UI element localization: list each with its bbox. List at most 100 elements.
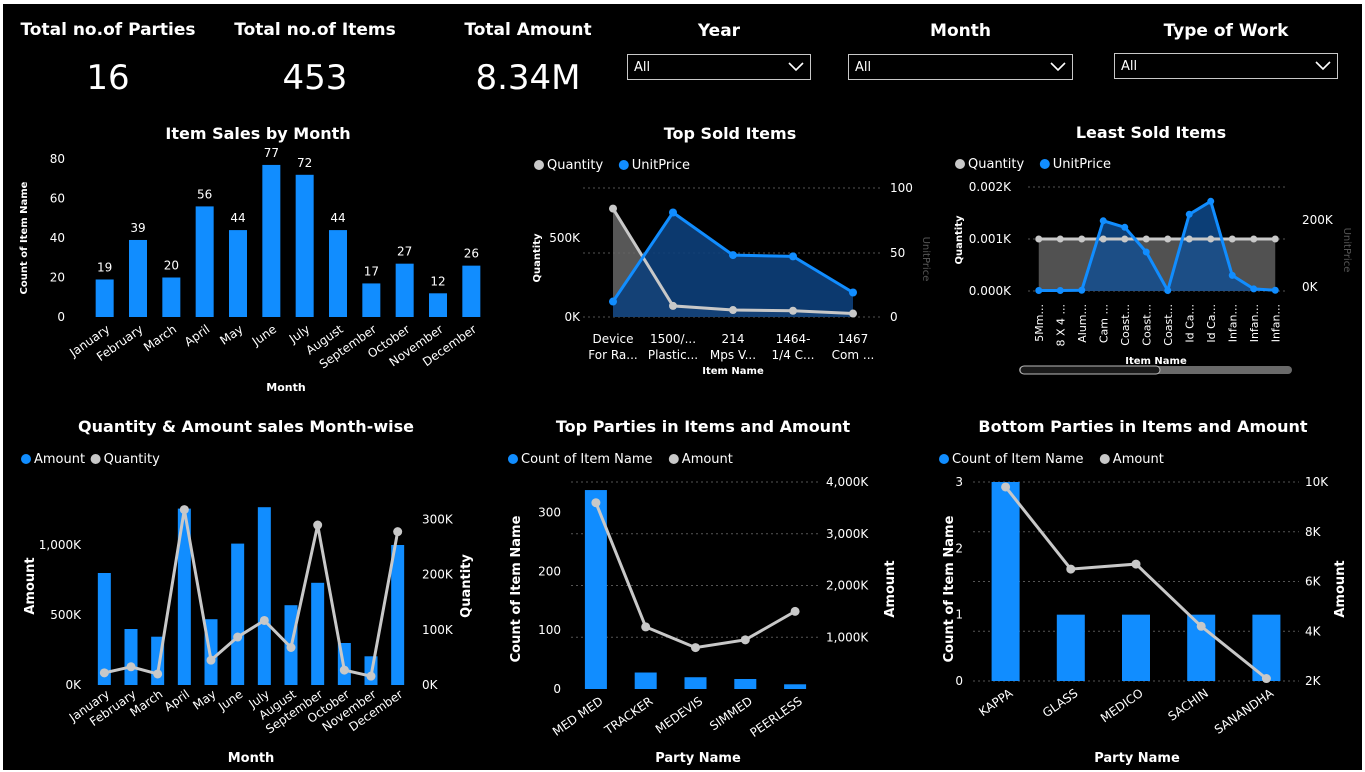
y-tick-label: 300 <box>538 505 561 519</box>
quantity-point <box>233 632 243 642</box>
quantity-point <box>1078 235 1086 243</box>
x-tick-label: March <box>141 322 179 354</box>
amount-bar <box>257 507 271 685</box>
dashboard: Total no.of Parties 16 Total no.of Items… <box>3 4 1362 770</box>
y2-tick-label: 6K <box>1305 575 1322 589</box>
y-tick-label: 0 <box>57 310 65 324</box>
x-tick-label: 5Mm... <box>1033 304 1046 342</box>
data-label: 17 <box>364 264 379 278</box>
quantity-point <box>99 668 109 678</box>
x-tick-label: 8 X 4 ... <box>1054 304 1067 347</box>
count-bar <box>684 677 707 689</box>
amount-point <box>591 498 601 508</box>
y2-tick-label: 200K <box>422 568 454 582</box>
quantity-point <box>153 669 163 679</box>
chart-title: Bottom Parties in Items and Amount <box>978 417 1307 436</box>
count-bar <box>784 684 807 689</box>
amount-point <box>740 635 750 645</box>
quantity-point <box>286 642 296 652</box>
x-tick-label: Coast... <box>1119 304 1132 346</box>
amount-point <box>790 606 800 616</box>
x-axis-title: Item Name <box>1125 356 1187 367</box>
bottom-parties-legend-label: Amount <box>1113 452 1164 467</box>
count-bar <box>1056 614 1085 681</box>
y-tick-label: 100 <box>538 623 561 637</box>
bar <box>429 293 447 317</box>
bar <box>395 263 414 317</box>
bar <box>229 230 247 317</box>
unitprice-point <box>1121 223 1129 231</box>
data-label: 56 <box>197 187 212 201</box>
horizontal-scrollbar-thumb[interactable] <box>1019 365 1161 375</box>
amount-bar <box>97 573 111 685</box>
amount-point <box>1261 674 1271 684</box>
data-label: 27 <box>397 245 412 259</box>
y-tick-label: 0 <box>553 682 561 696</box>
data-label: 77 <box>264 146 279 160</box>
y-tick-label: 40 <box>50 231 65 245</box>
y-tick-label: 0K <box>564 310 581 324</box>
count-bar <box>1122 614 1150 681</box>
x-tick-label: 214 Mps V... <box>710 332 756 362</box>
quantity-point <box>1164 235 1172 243</box>
data-label: 44 <box>330 211 345 225</box>
x-tick-label: April <box>182 322 213 349</box>
top-sold-legend-label: UnitPrice <box>632 158 690 173</box>
unitprice-point <box>1207 197 1215 205</box>
amount-point <box>1066 564 1076 574</box>
x-axis-title: Month <box>266 381 305 394</box>
x-tick-label: TRACKER <box>601 694 655 738</box>
least-sold-legend-label: UnitPrice <box>1053 157 1111 172</box>
y-tick-label: 0.001K <box>969 232 1012 246</box>
x-tick-label: Infan... <box>1226 304 1239 342</box>
x-tick-label: Id Ca... <box>1205 304 1218 343</box>
quantity-point <box>849 309 857 318</box>
bar <box>262 164 281 317</box>
y-tick-label: 0K <box>65 678 82 692</box>
count-bar <box>734 678 757 689</box>
x-tick-label: Id Ca... <box>1183 304 1196 343</box>
y2-tick-label: 200K <box>1302 213 1334 227</box>
bar <box>195 206 214 317</box>
data-label: 26 <box>464 247 479 261</box>
chart-title: Top Parties in Items and Amount <box>556 417 851 436</box>
top-sold-legend-marker <box>534 160 544 170</box>
unitprice-point <box>789 252 797 261</box>
data-label: 20 <box>164 259 179 273</box>
data-label: 44 <box>230 211 245 225</box>
top-parties-legend-marker <box>668 454 679 464</box>
x-tick-label: 1467 Com ... <box>832 332 875 362</box>
y-axis-title: Count of Item Name <box>509 515 524 662</box>
unitprice-point <box>1271 286 1279 294</box>
quantity-point <box>669 301 677 310</box>
y2-axis-title: Quantity <box>459 554 474 618</box>
x-tick-label: April <box>162 687 193 714</box>
quantity-point <box>313 520 323 530</box>
y-axis-title: Quantity <box>954 215 965 264</box>
quantity-point <box>1207 235 1215 243</box>
y-tick-label: 60 <box>50 192 65 206</box>
bar <box>95 279 114 317</box>
y2-tick-label: 1,000K <box>826 630 869 644</box>
y2-tick-label: 10K <box>1305 475 1329 489</box>
amount-bar <box>231 543 245 685</box>
x-tick-label: Infan... <box>1269 304 1282 342</box>
amount-point <box>1001 482 1011 492</box>
unitprice-point <box>1228 271 1236 279</box>
x-tick-label: MEDEVIS <box>653 694 705 737</box>
top-parties-legend-marker <box>508 454 518 464</box>
quantity-point <box>179 505 189 515</box>
quantity-point <box>1250 235 1258 243</box>
bar <box>129 239 147 317</box>
x-tick-label: Cam ... <box>1097 304 1110 343</box>
x-axis-title: Party Name <box>1094 751 1180 766</box>
y-tick-label: 20 <box>50 271 65 285</box>
quantity-point <box>1099 235 1107 243</box>
y-axis-title: Quantity <box>532 233 543 282</box>
quantity-point <box>1035 235 1043 243</box>
quantity-line <box>104 509 400 678</box>
x-tick-label: Coast... <box>1140 304 1153 346</box>
unitprice-point <box>669 208 677 217</box>
x-tick-label: MEDICO <box>1098 686 1146 725</box>
quantity-point <box>1121 235 1129 243</box>
